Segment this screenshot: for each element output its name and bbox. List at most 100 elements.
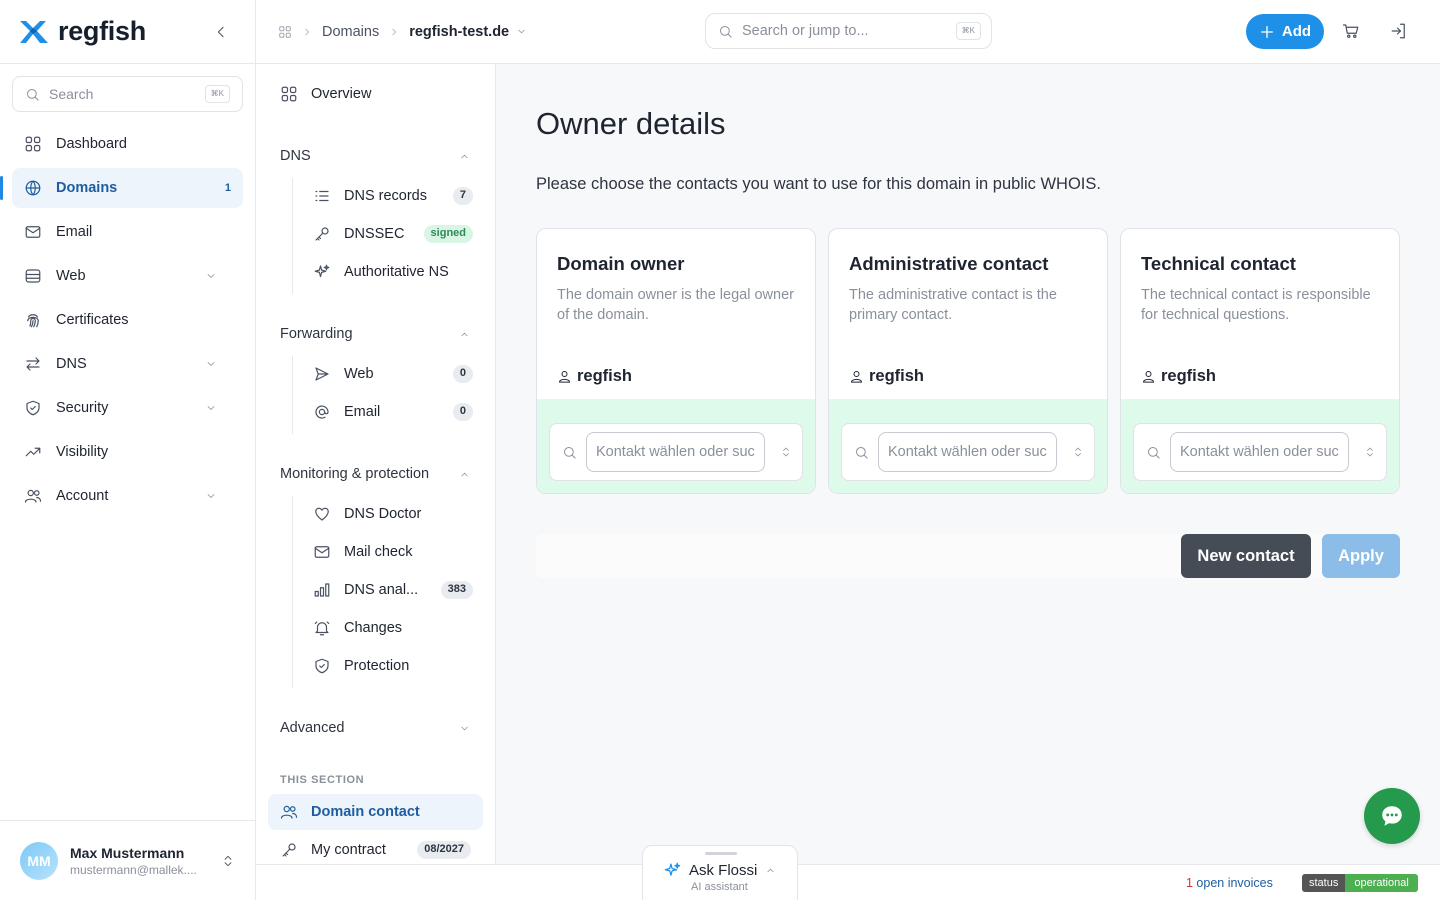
email-forwarding-count-badge: 0: [452, 403, 473, 421]
chat-button[interactable]: [1364, 788, 1420, 844]
collapse-sidebar-button[interactable]: [213, 24, 229, 40]
subnav-label: Authoritative NS: [344, 264, 449, 280]
admin-contact-combobox[interactable]: [841, 423, 1095, 481]
sidebar-item-label: Domains: [56, 180, 118, 196]
tech-contact-combobox[interactable]: [1133, 423, 1387, 481]
user-icon: [851, 371, 862, 383]
open-invoices-link[interactable]: 1 open invoices: [1186, 876, 1273, 890]
sidebar-item-dns[interactable]: DNS: [12, 344, 243, 384]
subnav-label: Changes: [344, 620, 403, 636]
card-footer: [537, 399, 815, 493]
user-menu[interactable]: MM Max Mustermann mustermann@mallek....: [0, 820, 255, 900]
sidebar-item-label: Security: [56, 400, 109, 416]
list-icon: [315, 190, 329, 202]
subnav-overview[interactable]: Overview: [268, 76, 483, 112]
subnav-protection[interactable]: Protection: [293, 648, 473, 684]
subnav-dns-records[interactable]: DNS records 7: [293, 178, 473, 214]
sidebar-item-security[interactable]: Security: [12, 388, 243, 428]
bar-chart-icon: [314, 583, 330, 597]
mail-icon: [314, 546, 330, 558]
current-contact-name: regfish: [869, 367, 925, 385]
subnav-heading-label: Advanced: [280, 720, 345, 736]
web-forwarding-count-badge: 0: [452, 365, 473, 383]
subnav-mail-check[interactable]: Mail check: [293, 534, 473, 570]
main-sidebar: regfish Search ⌘K Dashboard Domains 1 Em…: [0, 0, 256, 900]
subnav-domain-contact[interactable]: Domain contact: [268, 794, 483, 830]
drag-handle[interactable]: [705, 852, 737, 855]
subnav-dns-doctor[interactable]: DNS Doctor: [293, 496, 473, 532]
subnav-dns-analytics[interactable]: DNS anal... 383: [293, 572, 473, 608]
chevron-right-icon: [392, 28, 397, 35]
bell-icon: [314, 621, 330, 636]
logout-button[interactable]: [1390, 22, 1408, 40]
dns-analytics-count-badge: 383: [440, 581, 473, 599]
sidebar-search-placeholder: Search: [49, 86, 94, 102]
sidebar-item-certificates[interactable]: Certificates: [12, 300, 243, 340]
cart-button[interactable]: [1342, 22, 1360, 40]
sidebar-item-web[interactable]: Web: [12, 256, 243, 296]
sidebar-item-dashboard[interactable]: Dashboard: [12, 124, 243, 164]
chevron-down-icon[interactable]: [516, 26, 527, 37]
subnav-label: Protection: [344, 658, 410, 674]
chevron-down-icon: [461, 726, 468, 730]
domain-subnav: Overview DNS DNS records 7 DNSSEC signed…: [256, 64, 496, 864]
add-button[interactable]: Add: [1246, 14, 1324, 49]
sparkles-icon: [664, 862, 681, 876]
administrative-contact-card: Administrative contact The administrativ…: [828, 228, 1108, 494]
sidebar-item-label: DNS: [56, 356, 87, 372]
chevron-updown-icon[interactable]: [1364, 446, 1376, 458]
user-email: mustermann@mallek....: [70, 862, 197, 877]
owner-contact-input[interactable]: [586, 432, 765, 472]
subnav-authoritative-ns[interactable]: Authoritative NS: [293, 254, 473, 290]
status-badge[interactable]: status operational: [1302, 874, 1418, 892]
sidebar-item-label: Email: [56, 224, 93, 240]
sidebar-item-visibility[interactable]: Visibility: [12, 432, 243, 472]
global-search[interactable]: Search or jump to... ⌘K: [705, 13, 992, 49]
owner-contact-combobox[interactable]: [549, 423, 803, 481]
top-bar: Domains regfish-test.de Search or jump t…: [256, 0, 1440, 64]
subnav-monitoring-heading[interactable]: Monitoring & protection: [280, 466, 470, 482]
avatar: MM: [20, 841, 58, 880]
chevron-down-icon: [207, 274, 215, 278]
apply-button[interactable]: Apply: [1322, 534, 1400, 578]
chevron-updown-icon[interactable]: [780, 446, 792, 458]
page-description: Please choose the contacts you want to u…: [536, 175, 1101, 193]
admin-contact-input[interactable]: [878, 432, 1057, 472]
subnav-changes[interactable]: Changes: [293, 610, 473, 646]
card-title: Domain owner: [557, 253, 685, 274]
subnav-forwarding-web[interactable]: Web 0: [293, 356, 473, 392]
chevron-up-icon: [461, 472, 468, 476]
card-title: Administrative contact: [849, 253, 1049, 274]
chevron-up-icon: [461, 154, 468, 158]
card-description: The technical contact is responsible for…: [1141, 287, 1371, 323]
subnav-dnssec[interactable]: DNSSEC signed: [293, 216, 473, 252]
subnav-forwarding-email[interactable]: Email 0: [293, 394, 473, 430]
sidebar-search[interactable]: Search ⌘K: [12, 76, 243, 112]
breadcrumb-domains-link[interactable]: Domains: [322, 24, 379, 40]
sidebar-item-email[interactable]: Email: [12, 212, 243, 252]
sidebar-item-label: Visibility: [56, 444, 109, 460]
new-contact-button[interactable]: New contact: [1181, 534, 1311, 578]
invoice-text: open invoices: [1192, 876, 1273, 890]
chevron-down-icon: [207, 406, 215, 410]
chevron-down-icon: [207, 362, 215, 366]
logout-icon: [1391, 23, 1405, 39]
user-info: Max Mustermann mustermann@mallek....: [70, 845, 197, 877]
breadcrumb-current-domain[interactable]: regfish-test.de: [409, 24, 509, 40]
subnav-forwarding-heading[interactable]: Forwarding: [280, 326, 470, 342]
technical-contact-card: Technical contact The technical contact …: [1120, 228, 1400, 494]
subnav-advanced-heading[interactable]: Advanced: [280, 720, 470, 736]
sidebar-item-account[interactable]: Account: [12, 476, 243, 516]
subnav-label: Overview: [311, 86, 372, 102]
subnav-my-contract[interactable]: My contract 08/2027: [268, 832, 483, 864]
ask-flossi-panel[interactable]: Ask Flossi AI assistant: [642, 845, 798, 900]
dnssec-status-badge: signed: [423, 225, 473, 243]
logo-row: regfish: [0, 0, 255, 64]
grid-icon[interactable]: [278, 25, 292, 39]
status-footer: 1 open invoices status operational: [256, 864, 1440, 900]
sidebar-item-domains[interactable]: Domains 1: [0, 168, 243, 208]
plus-icon: [1260, 25, 1273, 38]
chevron-updown-icon[interactable]: [1072, 446, 1084, 458]
tech-contact-input[interactable]: [1170, 432, 1349, 472]
subnav-dns-heading[interactable]: DNS: [280, 148, 470, 164]
